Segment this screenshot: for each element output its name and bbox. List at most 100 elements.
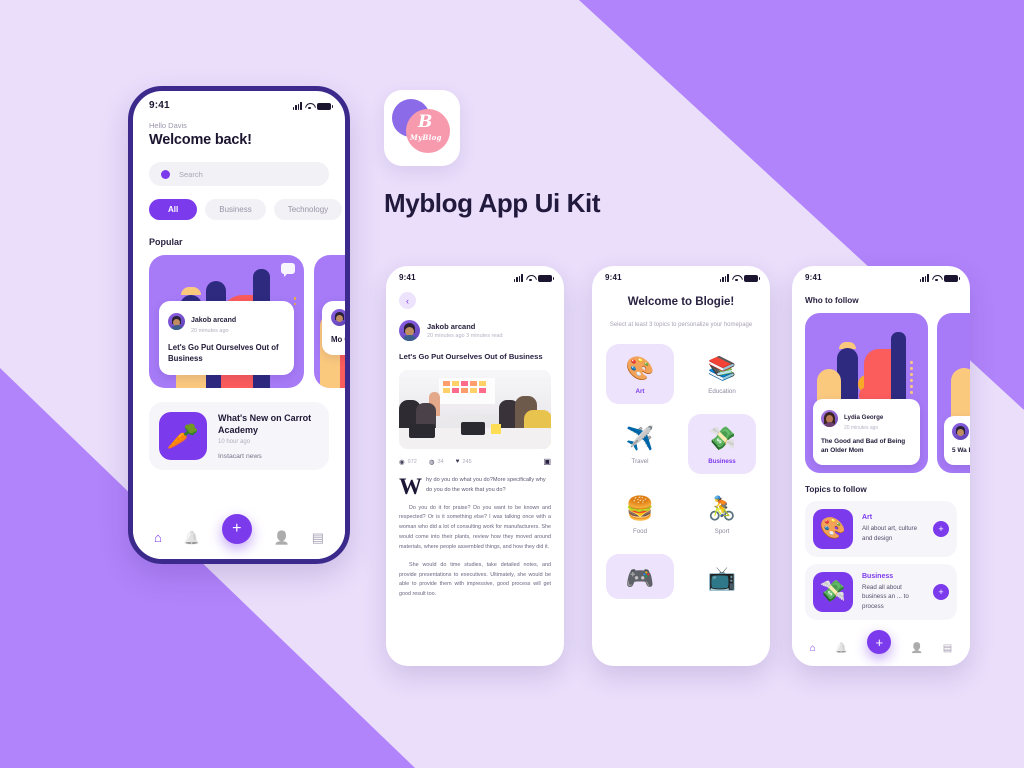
home-icon[interactable]: ⌂ — [810, 643, 816, 654]
search-icon — [161, 169, 170, 179]
stat-comments: ◍ 34 — [429, 458, 444, 466]
wifi-icon — [732, 274, 741, 282]
profile-icon[interactable]: 👤 — [274, 531, 290, 544]
stat-value: 245 — [462, 458, 472, 465]
bell-icon[interactable]: 🔔 — [184, 531, 200, 544]
author-name: Jakob arcand — [427, 322, 476, 332]
topic-follow-row[interactable]: 🎨 Art All about art, culture and design … — [805, 501, 957, 557]
greeting-text: Hello Davis — [149, 121, 187, 130]
battery-icon — [944, 274, 960, 282]
topic-art[interactable]: 🎨 Art — [606, 343, 674, 404]
article-author: Jakob arcand 20 minutes ago 3 minutes re… — [399, 320, 551, 341]
follow-card[interactable]: Lydia George 20 minutes ago The Good and… — [805, 313, 928, 473]
palette-icon: 🎨 — [813, 509, 853, 549]
phone-article: 9:41 ‹ Jakob arcand 20 minutes ago 3 min… — [386, 266, 564, 666]
topic-travel[interactable]: ✈️ Travel — [606, 414, 674, 474]
section-topics-to-follow: Topics to follow — [805, 485, 867, 494]
cyclist-icon: 🚴 — [707, 494, 737, 521]
gamepad-icon: 🎮 — [625, 564, 655, 591]
onboarding-heading: Welcome to Blogie! — [627, 296, 735, 308]
topic-business[interactable]: 💸 Business — [688, 413, 756, 474]
drop-cap: W — [399, 474, 422, 499]
popular-card[interactable]: Jakob arcand 20 minutes ago Let's Go Put… — [149, 255, 304, 388]
topic-label: Sport — [714, 527, 730, 535]
carrot-icon: 🥕 — [159, 412, 207, 460]
logo-wordmark: MyBlog — [410, 133, 442, 142]
search-input[interactable]: Search — [149, 162, 329, 186]
popular-carousel[interactable]: Jakob arcand 20 minutes ago Let's Go Put… — [149, 255, 345, 388]
chip-business[interactable]: Business — [205, 199, 266, 220]
follow-card-body: Lydia George 20 minutes ago The Good and… — [813, 398, 920, 465]
chip-all[interactable]: All — [149, 199, 198, 220]
battery-icon — [744, 274, 760, 282]
topic-label: Business — [708, 457, 736, 465]
topic-food[interactable]: 🍔 Food — [606, 484, 674, 544]
post-title: Let's Go Put Ourselves Out of Business — [168, 343, 279, 364]
topic-name: Art — [862, 514, 873, 522]
add-button[interactable]: + — [867, 630, 892, 654]
onboarding-subtitle: Select at least 3 topics to personalize … — [609, 321, 753, 328]
bookmarks-icon[interactable]: ▤ — [312, 531, 324, 544]
article-lead: Why do you do what you do?More specifica… — [399, 474, 551, 499]
popular-card-author — [331, 309, 345, 326]
topic-label: Art — [635, 387, 645, 395]
add-button[interactable]: + — [221, 514, 252, 544]
status-icons — [719, 273, 760, 282]
article-stats: ◉ 972 ◍ 34 ♥ 245 ▣ — [399, 457, 551, 466]
bell-icon[interactable]: 🔔 — [835, 643, 847, 654]
popular-card-body: Mo Go — [322, 301, 350, 356]
stat-views: ◉ 972 — [399, 458, 417, 466]
article-title: Let's Go Put Ourselves Out of Business — [399, 352, 543, 361]
popular-card[interactable]: Mo Go — [314, 255, 350, 388]
topic-follow-row[interactable]: 💸 Business Read all about business an ..… — [805, 564, 957, 620]
section-who-to-follow: Who to follow — [805, 296, 859, 305]
search-placeholder: Search — [179, 169, 203, 179]
battery-icon — [538, 274, 554, 282]
stat-value: 972 — [407, 458, 417, 465]
bookmark-icon[interactable]: ▣ — [543, 457, 551, 466]
signal-icon — [513, 273, 523, 282]
post-title: The Good and Bad of Being an Older Mom — [821, 437, 906, 455]
books-icon: 📚 — [707, 354, 737, 381]
topic-education[interactable]: 📚 Education — [688, 344, 756, 404]
follow-card[interactable]: 5 Wa By Th — [937, 313, 970, 473]
app-logo: B MyBlog — [384, 90, 460, 166]
comment-icon: ◍ — [428, 458, 435, 466]
topic-sport[interactable]: 🚴 Sport — [688, 484, 756, 544]
post-time: 20 minutes ago — [191, 328, 229, 334]
avatar — [399, 320, 420, 341]
stat-likes: ♥ 245 — [456, 458, 472, 465]
battery-icon — [317, 102, 333, 110]
chip-technology[interactable]: Technology — [273, 199, 343, 220]
bottom-nav: ⌂ 🔔 + 👤 ▤ — [792, 630, 970, 666]
bookmarks-icon[interactable]: ▤ — [943, 643, 952, 654]
category-chips: All Business Technology — [149, 199, 343, 220]
phone-follow: 9:41 Who to follow Lydia George 20 minut… — [792, 266, 970, 666]
back-button[interactable]: ‹ — [399, 292, 416, 309]
status-bar: 9:41 — [792, 266, 970, 283]
profile-icon[interactable]: 👤 — [911, 643, 923, 654]
stat-value: 34 — [437, 458, 444, 465]
follow-card-author — [952, 423, 970, 441]
topic-tv[interactable]: 📺 — [688, 554, 756, 599]
topic-description: All about art, culture and design — [862, 525, 918, 542]
news-card[interactable]: 🥕 What's New on Carrot Academy 10 hour a… — [149, 402, 329, 471]
article-paragraph: She would do time studies, take detailed… — [399, 561, 551, 598]
post-title: Mo Go — [331, 335, 350, 344]
avatar — [168, 313, 185, 330]
person-name: Lydia George — [844, 413, 884, 421]
avatar — [331, 309, 345, 326]
wifi-icon — [932, 274, 941, 282]
follow-carousel[interactable]: Lydia George 20 minutes ago The Good and… — [805, 313, 970, 473]
topic-gaming[interactable]: 🎮 — [606, 553, 674, 599]
follow-topic-button[interactable]: + — [933, 584, 949, 600]
status-bar: 9:41 — [592, 266, 770, 283]
topic-description: Read all about business an ... to proces… — [862, 583, 909, 610]
follow-topic-button[interactable]: + — [933, 521, 949, 537]
home-icon[interactable]: ⌂ — [154, 531, 162, 544]
avatar — [821, 409, 838, 427]
follow-card-body: 5 Wa By Th — [944, 416, 970, 465]
status-icons — [513, 273, 554, 282]
status-time: 9:41 — [805, 273, 822, 282]
palette-icon: 🎨 — [625, 354, 655, 381]
